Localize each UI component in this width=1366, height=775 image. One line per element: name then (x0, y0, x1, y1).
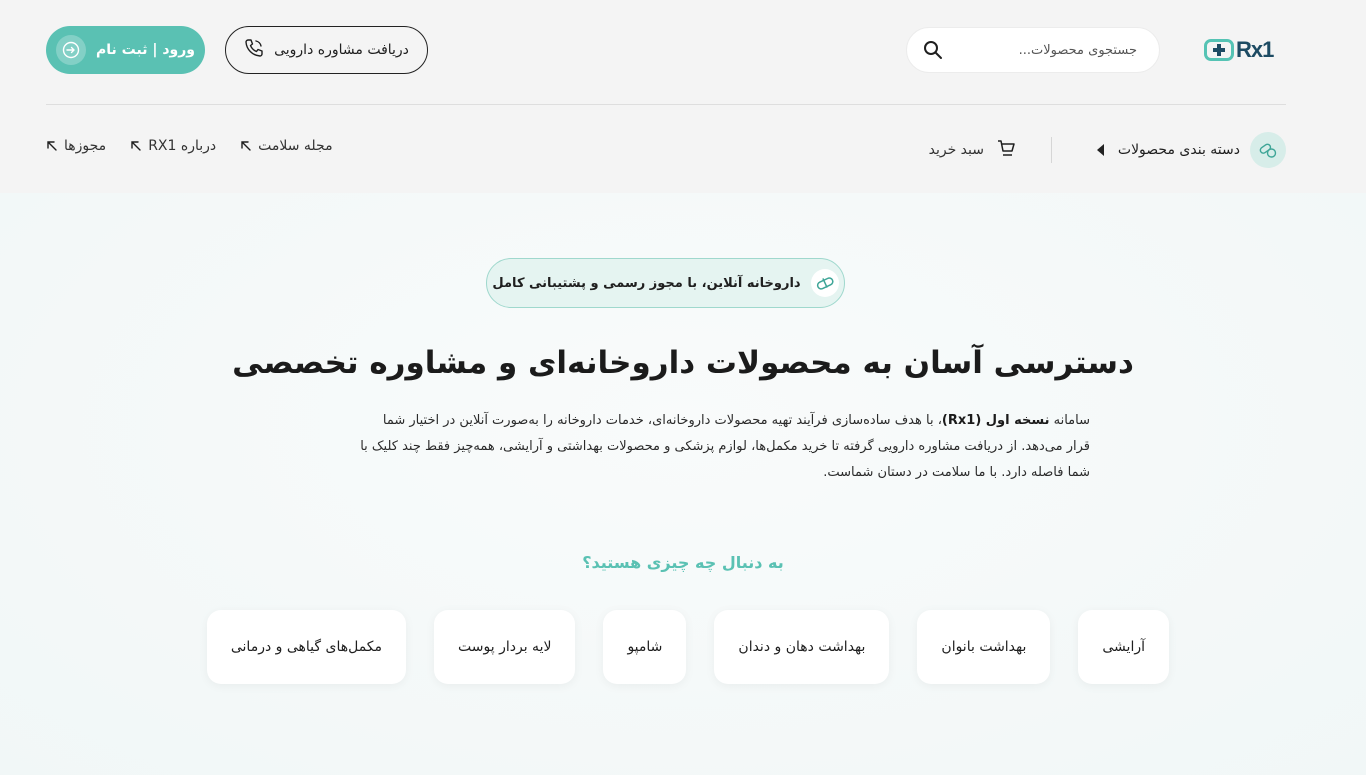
cart-label: سبد خرید (928, 142, 984, 158)
nav-separator (1051, 137, 1052, 163)
arrow-up-left-icon (47, 141, 57, 151)
phone-icon (244, 38, 264, 62)
search-icon[interactable] (923, 40, 943, 60)
categories-label: دسته بندی محصولات (1117, 142, 1240, 158)
pills-icon (1250, 132, 1286, 168)
arrow-up-left-icon (241, 141, 251, 151)
consult-label: دریافت مشاوره دارویی (274, 42, 409, 58)
header-top-row: Rx1 دریافت مشاوره دارویی ورود | ثبت نام (46, 26, 1286, 74)
main-nav: دسته بندی محصولات سبد خرید مجله سلامت در… (46, 130, 1286, 168)
header-divider (46, 104, 1286, 105)
category-chip-shampoo[interactable]: شامپو (603, 610, 687, 684)
search-input[interactable] (951, 42, 1137, 58)
search-question: به دنبال چه چیزی هستید؟ (582, 553, 784, 572)
login-arrow-icon (56, 35, 87, 65)
category-chip-cosmetics[interactable]: آرایشی (1078, 610, 1169, 684)
search-box (906, 27, 1160, 73)
capsule-icon (810, 269, 839, 297)
hero-badge: داروخانه آنلاین، با مجوز رسمی و پشتیبانی… (486, 258, 845, 308)
category-chip-feminine-hygiene[interactable]: بهداشت بانوان (917, 610, 1051, 684)
nav-links: مجله سلامت درباره RX1 مجوزها (46, 138, 333, 154)
category-chip-exfoliator[interactable]: لایه بردار پوست (434, 610, 576, 684)
desc-brand: نسخه اول (Rx1) (941, 413, 1050, 428)
login-button[interactable]: ورود | ثبت نام (46, 26, 205, 74)
arrow-up-left-icon (131, 141, 141, 151)
desc-prefix: سامانه (1049, 413, 1090, 428)
category-chip-supplements[interactable]: مکمل‌های گیاهی و درمانی (206, 610, 407, 684)
nav-link-label: مجوزها (64, 138, 107, 154)
nav-link-licenses[interactable]: مجوزها (46, 138, 106, 154)
category-chips: آرایشی بهداشت بانوان بهداشت دهان و دندان… (206, 610, 1169, 684)
nav-link-health-magazine[interactable]: مجله سلامت (240, 138, 333, 154)
hero-description: سامانه نسخه اول (Rx1)، با هدف ساده‌سازی … (360, 408, 1090, 486)
cart-link[interactable]: سبد خرید (929, 138, 1016, 162)
nav-link-label: درباره RX1 (148, 138, 217, 154)
nav-link-label: مجله سلامت (258, 138, 333, 154)
category-chip-oral-care[interactable]: بهداشت دهان و دندان (714, 610, 890, 684)
login-label: ورود | ثبت نام (96, 42, 195, 58)
cart-icon (996, 138, 1016, 162)
caret-left-icon (1096, 144, 1104, 156)
categories-menu[interactable]: دسته بندی محصولات (1096, 132, 1286, 168)
header: Rx1 دریافت مشاوره دارویی ورود | ثبت نام (0, 0, 1366, 193)
nav-link-about[interactable]: درباره RX1 (130, 138, 216, 154)
logo-text: Rx1 (1236, 37, 1274, 62)
hero-badge-text: داروخانه آنلاین، با مجوز رسمی و پشتیبانی… (492, 275, 801, 291)
logo-cross-icon (1204, 39, 1234, 61)
logo[interactable]: Rx1 (1204, 35, 1286, 65)
hero-section: داروخانه آنلاین، با مجوز رسمی و پشتیبانی… (0, 193, 1366, 775)
consult-button[interactable]: دریافت مشاوره دارویی (225, 26, 428, 74)
hero-title: دسترسی آسان به محصولات داروخانه‌ای و مشا… (232, 345, 1134, 381)
